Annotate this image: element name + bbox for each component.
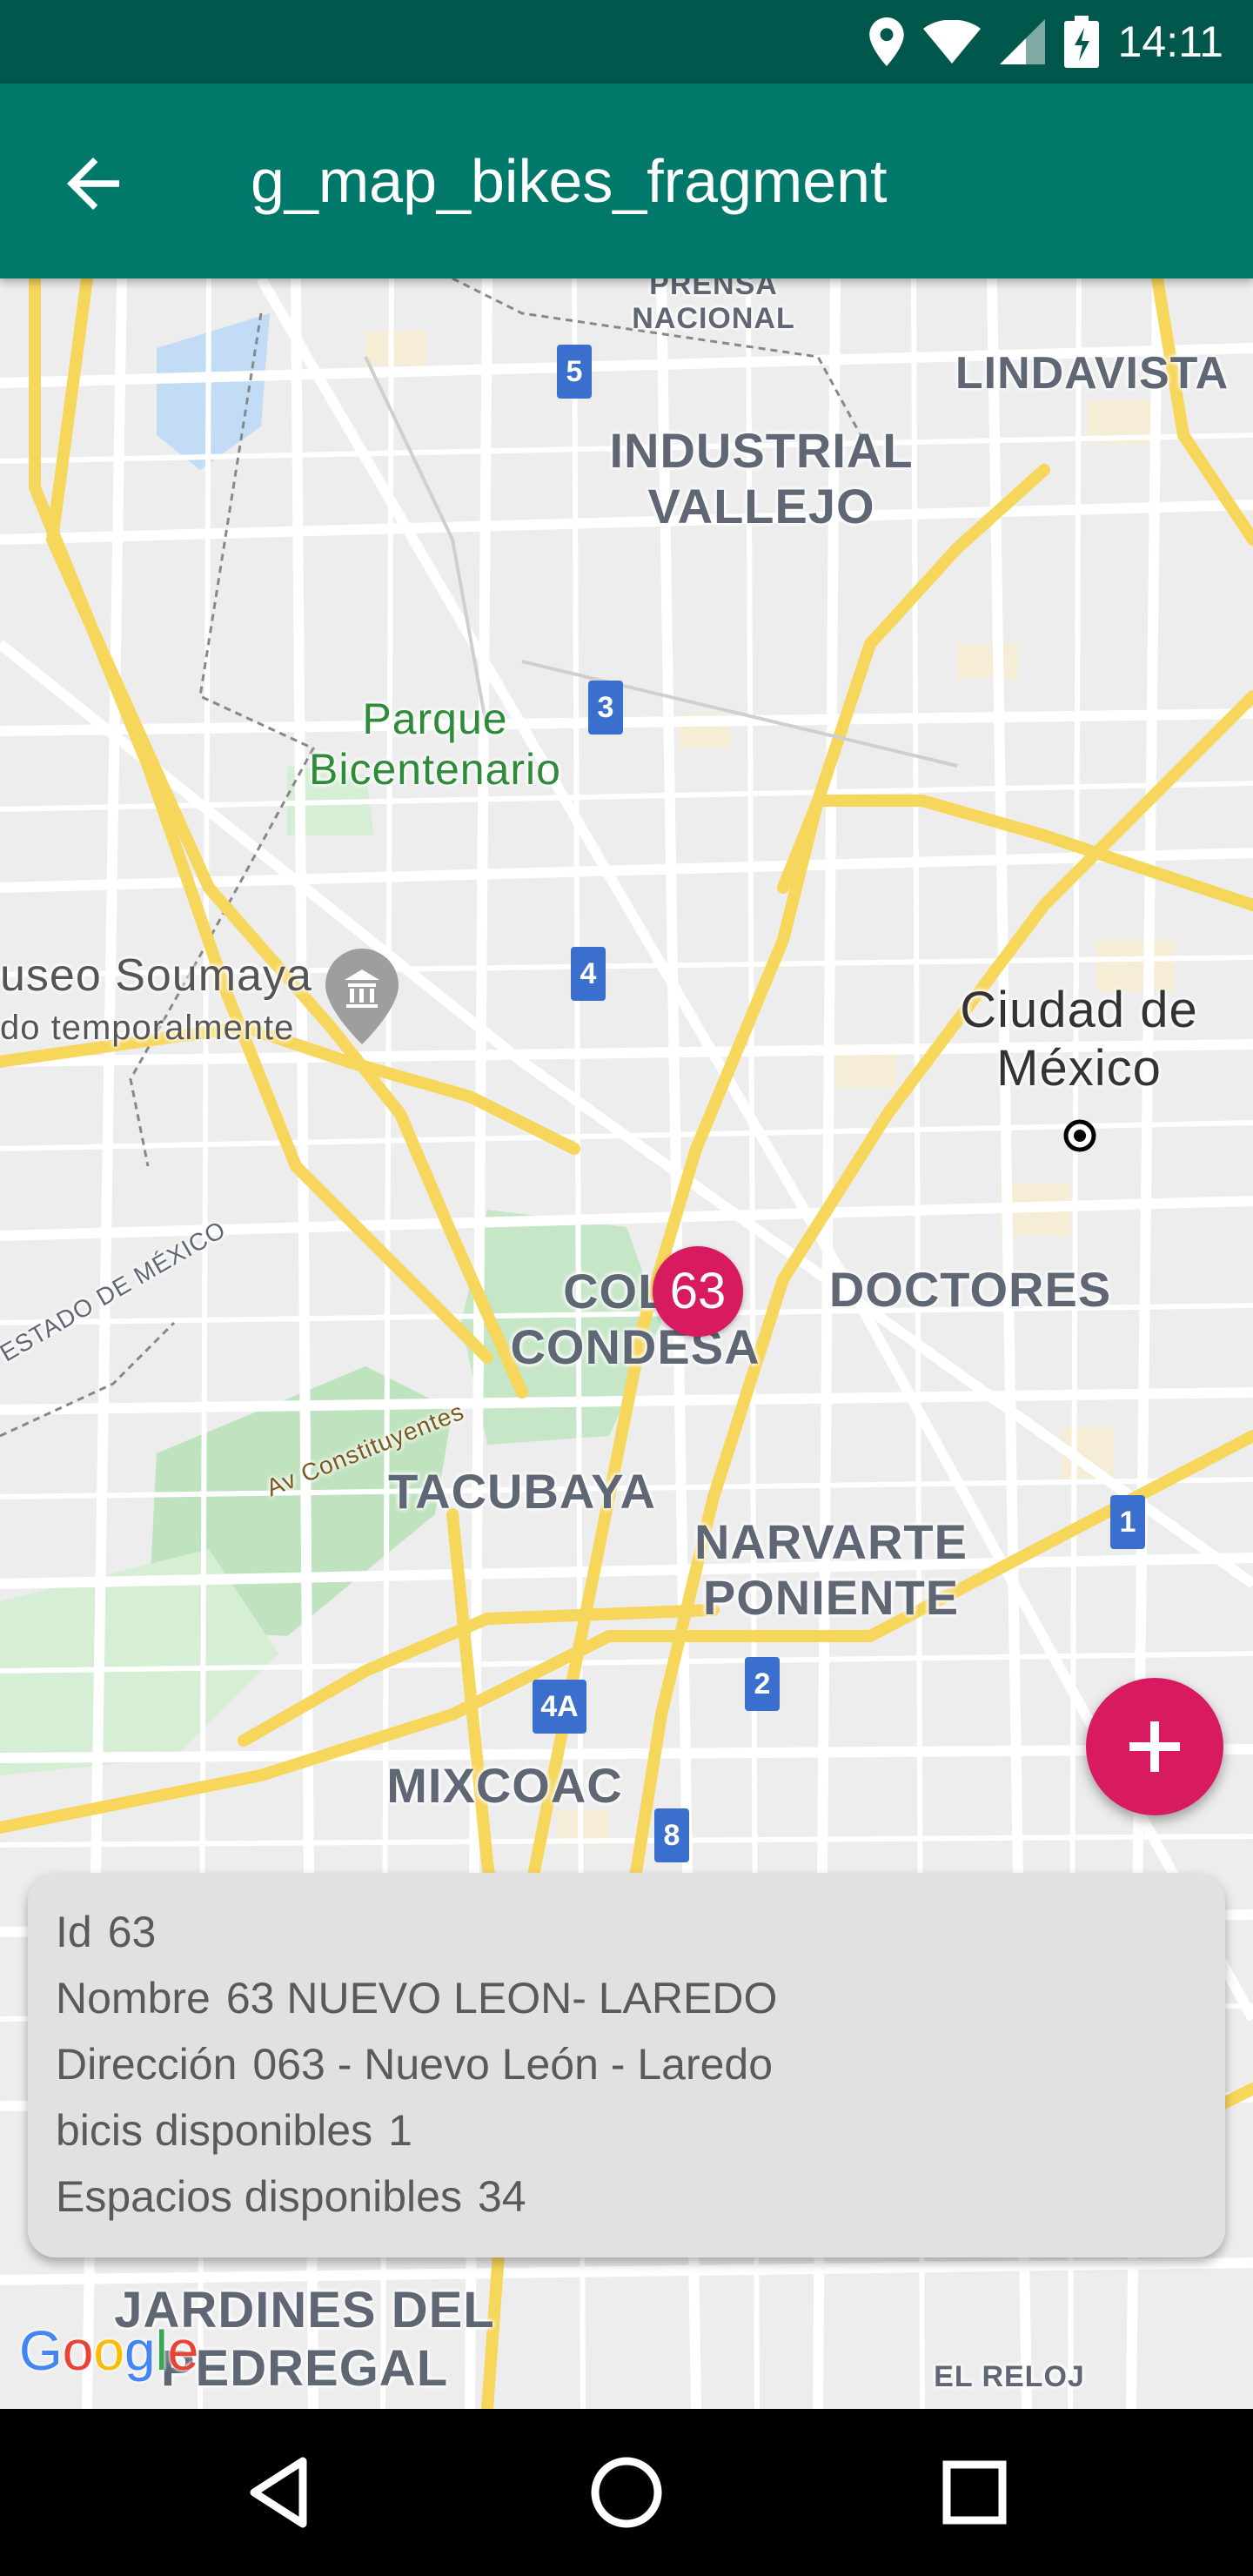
metro-badge-8[interactable]: 8	[654, 1808, 689, 1862]
metro-badge-1[interactable]: 1	[1110, 1495, 1145, 1549]
info-value: 63 NUEVO LEON- LAREDO	[225, 1974, 778, 2023]
info-label: Id	[56, 1908, 92, 1956]
status-icons: 14:11	[868, 0, 1223, 84]
back-triangle-icon	[250, 2457, 307, 2528]
map-label-parque-bicentenario: Parque Bicentenario	[309, 694, 561, 794]
city-center-icon	[1063, 1119, 1096, 1152]
metro-badge-4a[interactable]: 4A	[533, 1680, 586, 1734]
info-value: 34	[477, 2172, 526, 2221]
info-label: Nombre	[56, 1974, 211, 2023]
info-value: 063 - Nuevo León - Laredo	[252, 2040, 774, 2089]
station-info-card: Id 63 Nombre 63 NUEVO LEON- LAREDO Direcci…	[28, 1873, 1225, 2257]
metro-badge-2[interactable]: 2	[745, 1657, 780, 1711]
arrow-back-icon	[67, 158, 119, 210]
map-label-tacubaya: TACUBAYA	[388, 1464, 656, 1519]
plus-icon	[1129, 1721, 1180, 1772]
status-time: 14:11	[1117, 17, 1223, 66]
map-label-narvarte-poniente: NARVARTE PONIENTE	[694, 1514, 968, 1626]
info-label: bicis disponibles	[56, 2106, 373, 2155]
page-title: g_map_bikes_fragment	[251, 147, 888, 215]
app-bar: g_map_bikes_fragment	[0, 84, 1253, 278]
location-icon	[868, 17, 904, 66]
info-row-nombre: Nombre 63 NUEVO LEON- LAREDO	[56, 1965, 1197, 2031]
info-value: 63	[107, 1908, 157, 1956]
station-cluster-marker[interactable]: 63	[653, 1246, 743, 1337]
museum-icon	[325, 949, 399, 1044]
map-label-industrial-vallejo: INDUSTRIAL VALLEJO	[609, 423, 914, 534]
info-row-espacios: Espacios disponibles 34	[56, 2163, 1197, 2230]
nav-recents-button[interactable]	[931, 2449, 1018, 2536]
info-label: Espacios disponibles	[56, 2172, 462, 2221]
signal-icon	[999, 19, 1045, 64]
info-row-bicis: bicis disponibles 1	[56, 2097, 1197, 2163]
map-label-mixcoac: MIXCOAC	[386, 1758, 623, 1813]
map-label-el-reloj: EL RELOJ	[934, 2360, 1085, 2393]
map-label-ciudad-de-mexico: Ciudad de México	[960, 982, 1198, 1097]
info-value: 1	[388, 2106, 412, 2155]
info-row-id: Id 63	[56, 1899, 1197, 1965]
metro-badge-3[interactable]: 3	[588, 681, 623, 735]
home-circle-icon	[591, 2457, 662, 2528]
status-bar: 14:11	[0, 0, 1253, 84]
recents-square-icon	[942, 2460, 1007, 2525]
nav-home-button[interactable]	[583, 2449, 670, 2536]
add-button[interactable]	[1086, 1678, 1223, 1815]
nav-back-button[interactable]	[235, 2449, 322, 2536]
map-label-museo-soumaya-sub: do temporalmente	[0, 1009, 295, 1047]
wifi-icon	[922, 20, 981, 64]
map-label-lindavista: LINDAVISTA	[955, 348, 1230, 399]
info-label: Dirección	[56, 2040, 238, 2089]
metro-badge-5[interactable]: 5	[557, 345, 592, 399]
google-logo: Google	[19, 2319, 199, 2382]
map-label-doctores: DOCTORES	[828, 1262, 1112, 1317]
map-label-prensa-nacional: PRENSA NACIONAL	[632, 278, 795, 336]
metro-badge-4[interactable]: 4	[571, 947, 606, 1001]
battery-charging-icon	[1063, 16, 1099, 68]
info-row-direccion: Dirección 063 - Nuevo León - Laredo	[56, 2031, 1197, 2097]
navigation-bar	[0, 2409, 1253, 2576]
back-button[interactable]	[54, 144, 132, 223]
map-label-museo-soumaya: useo Soumaya	[0, 950, 312, 1001]
